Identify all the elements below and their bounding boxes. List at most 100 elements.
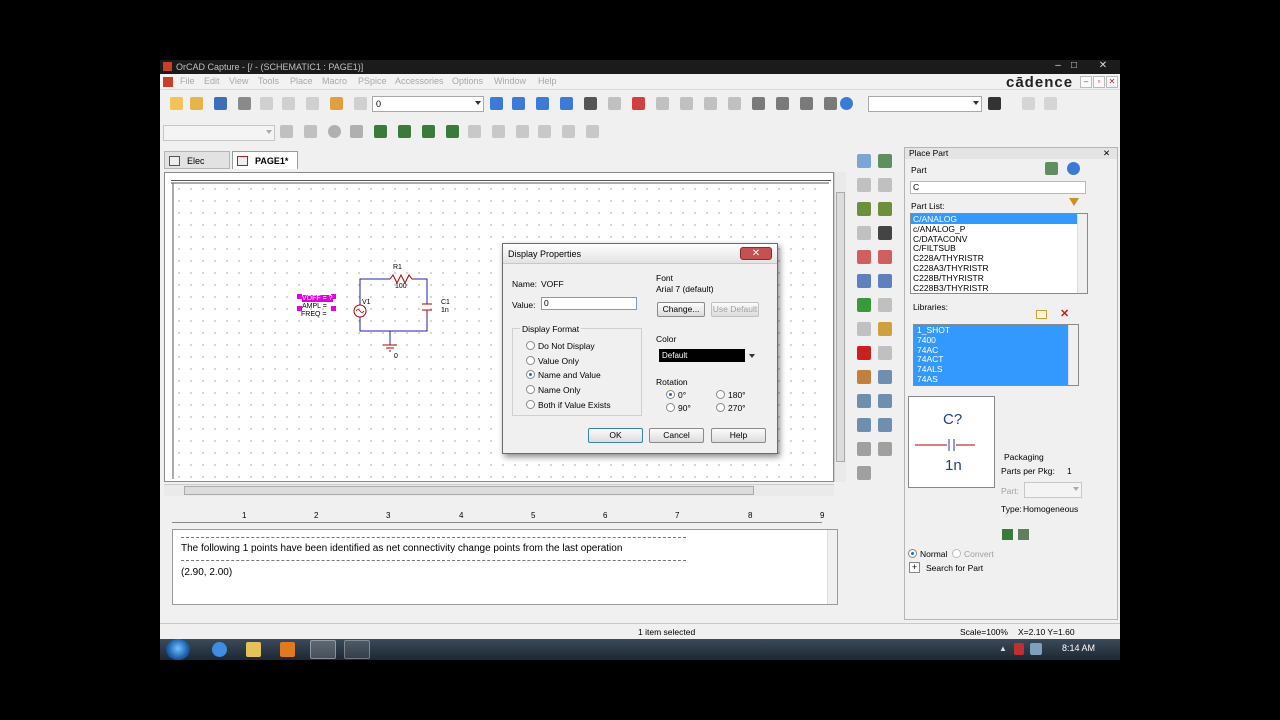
- ellipse-icon[interactable]: [878, 298, 892, 312]
- list-item[interactable]: C/ANALOG: [911, 214, 1087, 224]
- select-icon[interactable]: [857, 154, 871, 168]
- canvas-horizontal-scrollbar[interactable]: [164, 484, 834, 496]
- line-icon[interactable]: [857, 322, 871, 336]
- list-item[interactable]: C228A/THYRISTR: [911, 253, 1087, 263]
- panel-close-icon[interactable]: ✕: [1103, 148, 1110, 159]
- minimize-button[interactable]: –: [1050, 60, 1066, 72]
- add-library-icon[interactable]: [1036, 310, 1047, 319]
- use-default-button[interactable]: Use Default: [711, 302, 759, 317]
- menu-view[interactable]: View: [229, 76, 248, 86]
- explorer-icon[interactable]: [246, 642, 261, 657]
- text-label-icon[interactable]: [857, 442, 871, 456]
- log-text-area[interactable]: The following 1 points have been identif…: [172, 529, 838, 605]
- list-item[interactable]: C228B/THYRISTR: [911, 273, 1087, 283]
- hier-pin-icon[interactable]: [857, 298, 871, 312]
- bezier-icon[interactable]: [878, 394, 892, 408]
- help-button[interactable]: Help: [711, 428, 766, 443]
- radio-normal[interactable]: [908, 549, 917, 558]
- tray-arrow-icon[interactable]: ▲: [999, 644, 1007, 653]
- edit-profile-icon[interactable]: [304, 125, 317, 138]
- cancel-button[interactable]: Cancel: [649, 428, 704, 443]
- part-list-scrollbar[interactable]: [1077, 214, 1087, 293]
- chevron-down-icon[interactable]: [749, 354, 755, 358]
- c1-ref-label[interactable]: C1: [441, 299, 450, 306]
- text-icon[interactable]: [857, 370, 871, 384]
- list-item[interactable]: C/DATACONV: [911, 234, 1087, 244]
- radio-do-not-display[interactable]: [526, 341, 535, 350]
- arc-icon[interactable]: [857, 394, 871, 408]
- add-part-icon[interactable]: [1045, 162, 1058, 175]
- menu-pspice[interactable]: PSpice: [358, 76, 387, 86]
- tab-elec[interactable]: Elec: [164, 151, 230, 169]
- menu-options[interactable]: Options: [452, 76, 483, 86]
- hier-port-icon[interactable]: [878, 274, 892, 288]
- xref-icon[interactable]: [704, 97, 717, 110]
- bias-i-icon[interactable]: [492, 125, 505, 138]
- search-for-part-label[interactable]: Search for Part: [926, 563, 983, 573]
- zoom-out-icon[interactable]: [512, 97, 525, 110]
- menu-edit[interactable]: Edit: [204, 76, 220, 86]
- menu-window[interactable]: Window: [494, 76, 526, 86]
- no-connect-icon[interactable]: [857, 346, 871, 360]
- part-sub-combo[interactable]: [1024, 482, 1082, 498]
- ground-label[interactable]: 0: [394, 353, 398, 360]
- zoom-area-icon[interactable]: [536, 97, 549, 110]
- menu-accessories[interactable]: Accessories: [395, 76, 444, 86]
- list-item[interactable]: C228A3/THYRISTR: [911, 263, 1087, 273]
- image-icon[interactable]: [878, 370, 892, 384]
- part-search-input[interactable]: C: [910, 181, 1086, 194]
- power-icon[interactable]: [878, 226, 892, 240]
- current-marker-icon[interactable]: [422, 125, 435, 138]
- radio-convert[interactable]: [952, 549, 961, 558]
- new-profile-icon[interactable]: [280, 125, 293, 138]
- offpage-icon[interactable]: [878, 250, 892, 264]
- c1-value-label[interactable]: 1n: [441, 307, 449, 314]
- list-item[interactable]: C/FILTSUB: [911, 243, 1087, 253]
- netlist-icon[interactable]: [656, 97, 669, 110]
- power-marker-icon[interactable]: [446, 125, 459, 138]
- save-icon[interactable]: [214, 97, 227, 110]
- menu-file[interactable]: File: [180, 76, 195, 86]
- wire-icon[interactable]: [857, 178, 871, 192]
- place-part-icon[interactable]: [878, 154, 892, 168]
- radio-rotation-270[interactable]: [716, 403, 725, 412]
- ok-button[interactable]: OK: [588, 428, 643, 443]
- scroll-thumb[interactable]: [836, 192, 845, 462]
- taskbar-app-button[interactable]: [310, 640, 336, 659]
- diamond-icon[interactable]: [878, 442, 892, 456]
- new-icon[interactable]: [170, 97, 183, 110]
- r1-ref-label[interactable]: R1: [393, 264, 402, 271]
- dialog-close-button[interactable]: ✕: [740, 247, 772, 260]
- bias-p-icon[interactable]: [516, 125, 529, 138]
- start-button[interactable]: [166, 639, 190, 660]
- drag-icon[interactable]: [800, 97, 813, 110]
- radio-value-only[interactable]: [526, 356, 535, 365]
- paste-icon[interactable]: [306, 97, 319, 110]
- ground-icon[interactable]: [857, 250, 871, 264]
- freq-label[interactable]: FREQ =: [301, 311, 326, 318]
- part-list[interactable]: C/ANALOG c/ANALOG_P C/DATACONV C/FILTSUB…: [910, 213, 1088, 294]
- menu-help[interactable]: Help: [538, 76, 557, 86]
- net-alias-icon[interactable]: [857, 226, 871, 240]
- bom-icon[interactable]: [680, 97, 693, 110]
- forward-arrow-icon[interactable]: [1044, 97, 1057, 110]
- back-annotate-icon[interactable]: [728, 97, 741, 110]
- change-font-button[interactable]: Change...: [657, 302, 705, 317]
- list-item[interactable]: 7400: [914, 335, 1078, 345]
- results-icon[interactable]: [350, 125, 363, 138]
- annotate-icon[interactable]: [608, 97, 621, 110]
- zoom-in-icon[interactable]: [490, 97, 503, 110]
- ampl-label[interactable]: AMPL =: [302, 303, 327, 310]
- network-icon[interactable]: [1030, 643, 1042, 655]
- list-item[interactable]: 74ACT: [914, 354, 1078, 364]
- cut-icon[interactable]: [260, 97, 273, 110]
- redo-icon[interactable]: [354, 97, 367, 110]
- radio-rotation-90[interactable]: [666, 403, 675, 412]
- orcad-taskbar-button[interactable]: [344, 640, 370, 659]
- color-select[interactable]: Default: [659, 349, 745, 362]
- bias-w-icon[interactable]: [538, 125, 551, 138]
- help-icon[interactable]: [1067, 162, 1080, 175]
- voff-label[interactable]: VOFF = ?: [302, 295, 333, 302]
- place-database-icon[interactable]: [1018, 529, 1029, 540]
- place-icon[interactable]: [1002, 529, 1013, 540]
